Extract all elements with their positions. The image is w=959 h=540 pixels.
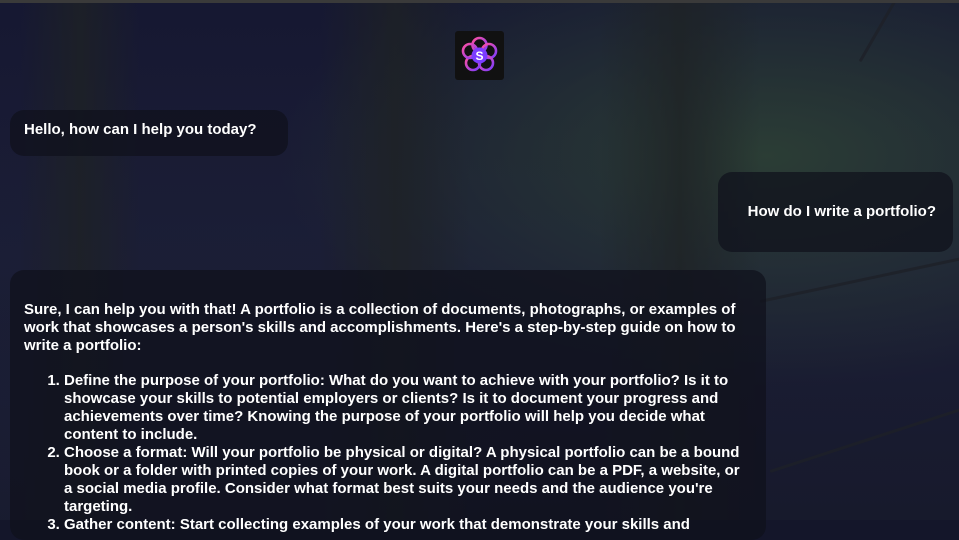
list-item: Define the purpose of your portfolio: Wh… (64, 372, 752, 444)
response-intro: Sure, I can help you with that! A portfo… (24, 301, 736, 354)
window-top-edge (0, 0, 959, 3)
flower-logo-icon: S (461, 36, 498, 72)
assistant-message-bubble: Hello, how can I help you today? (10, 110, 288, 156)
user-message-text: How do I write a portfolio? (747, 203, 936, 220)
assistant-greeting-text: Hello, how can I help you today? (24, 121, 257, 138)
app-logo: S (455, 31, 504, 80)
steps-list: Define the purpose of your portfolio: Wh… (24, 372, 752, 534)
assistant-response-bubble: Sure, I can help you with that! A portfo… (10, 270, 766, 540)
list-item: Choose a format: Will your portfolio be … (64, 444, 752, 516)
logo-letter: S (475, 49, 483, 63)
list-item: Gather content: Start collecting example… (64, 516, 752, 534)
user-message-bubble: How do I write a portfolio? (718, 172, 953, 252)
